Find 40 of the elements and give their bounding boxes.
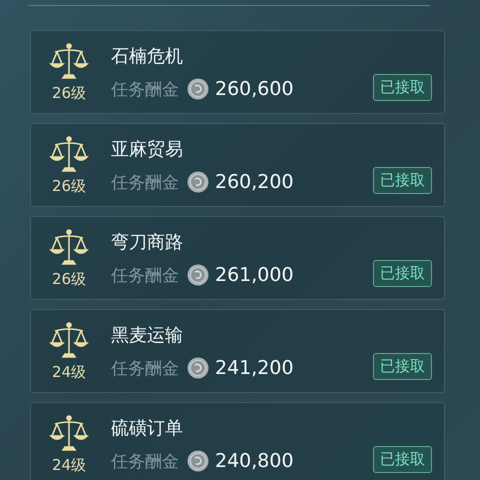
reward-label: 任务酬金: [111, 450, 179, 472]
scales-icon: [49, 320, 89, 360]
status-badge: 已接取: [373, 74, 432, 101]
reward-amount: 260,200: [215, 171, 294, 193]
quest-card[interactable]: 26级 亚麻贸易 任务酬金 260,200 已接取: [30, 123, 445, 207]
status-badge: 已接取: [373, 260, 432, 287]
coin-icon: [187, 264, 209, 286]
quest-card[interactable]: 26级 弯刀商路 任务酬金 261,000 已接取: [30, 216, 445, 300]
coin-icon: [187, 357, 209, 379]
scales-icon: [49, 414, 89, 454]
quest-title: 黑麦运输: [111, 324, 184, 346]
quest-card[interactable]: 24级 硫磺订单 任务酬金 240,800 已接取: [30, 402, 445, 480]
quest-title: 弯刀商路: [111, 230, 184, 254]
coin-icon: [187, 171, 209, 193]
reward-amount: 261,000: [215, 264, 294, 286]
reward-amount: 241,200: [215, 357, 294, 379]
quest-level: 26级: [52, 270, 86, 288]
quest-title: 硫磺订单: [111, 416, 184, 440]
status-badge: 已接取: [373, 353, 432, 380]
reward-label: 任务酬金: [111, 172, 179, 194]
quest-card[interactable]: 26级 石楠危机 任务酬金 260,600 已接取: [30, 30, 445, 114]
reward-amount: 240,800: [215, 450, 294, 472]
quest-level: 24级: [52, 456, 86, 474]
quest-title: 石楠危机: [111, 44, 184, 68]
coin-icon: [187, 450, 209, 472]
quest-title: 亚麻贸易: [111, 138, 184, 160]
reward-label: 任务酬金: [111, 264, 179, 286]
quest-level: 26级: [52, 84, 86, 102]
scales-icon: [49, 134, 89, 174]
quest-card[interactable]: 24级 黑麦运输 任务酬金 241,200 已接取: [30, 309, 445, 393]
scales-icon: [49, 228, 89, 268]
scales-icon: [49, 42, 89, 82]
status-badge: 已接取: [373, 167, 432, 194]
coin-icon: [187, 78, 209, 100]
reward-label: 任务酬金: [111, 358, 179, 380]
quest-level: 24级: [52, 362, 86, 382]
status-badge: 已接取: [373, 446, 432, 473]
reward-label: 任务酬金: [111, 78, 179, 100]
reward-amount: 260,600: [215, 78, 294, 100]
quest-level: 26级: [52, 176, 86, 196]
